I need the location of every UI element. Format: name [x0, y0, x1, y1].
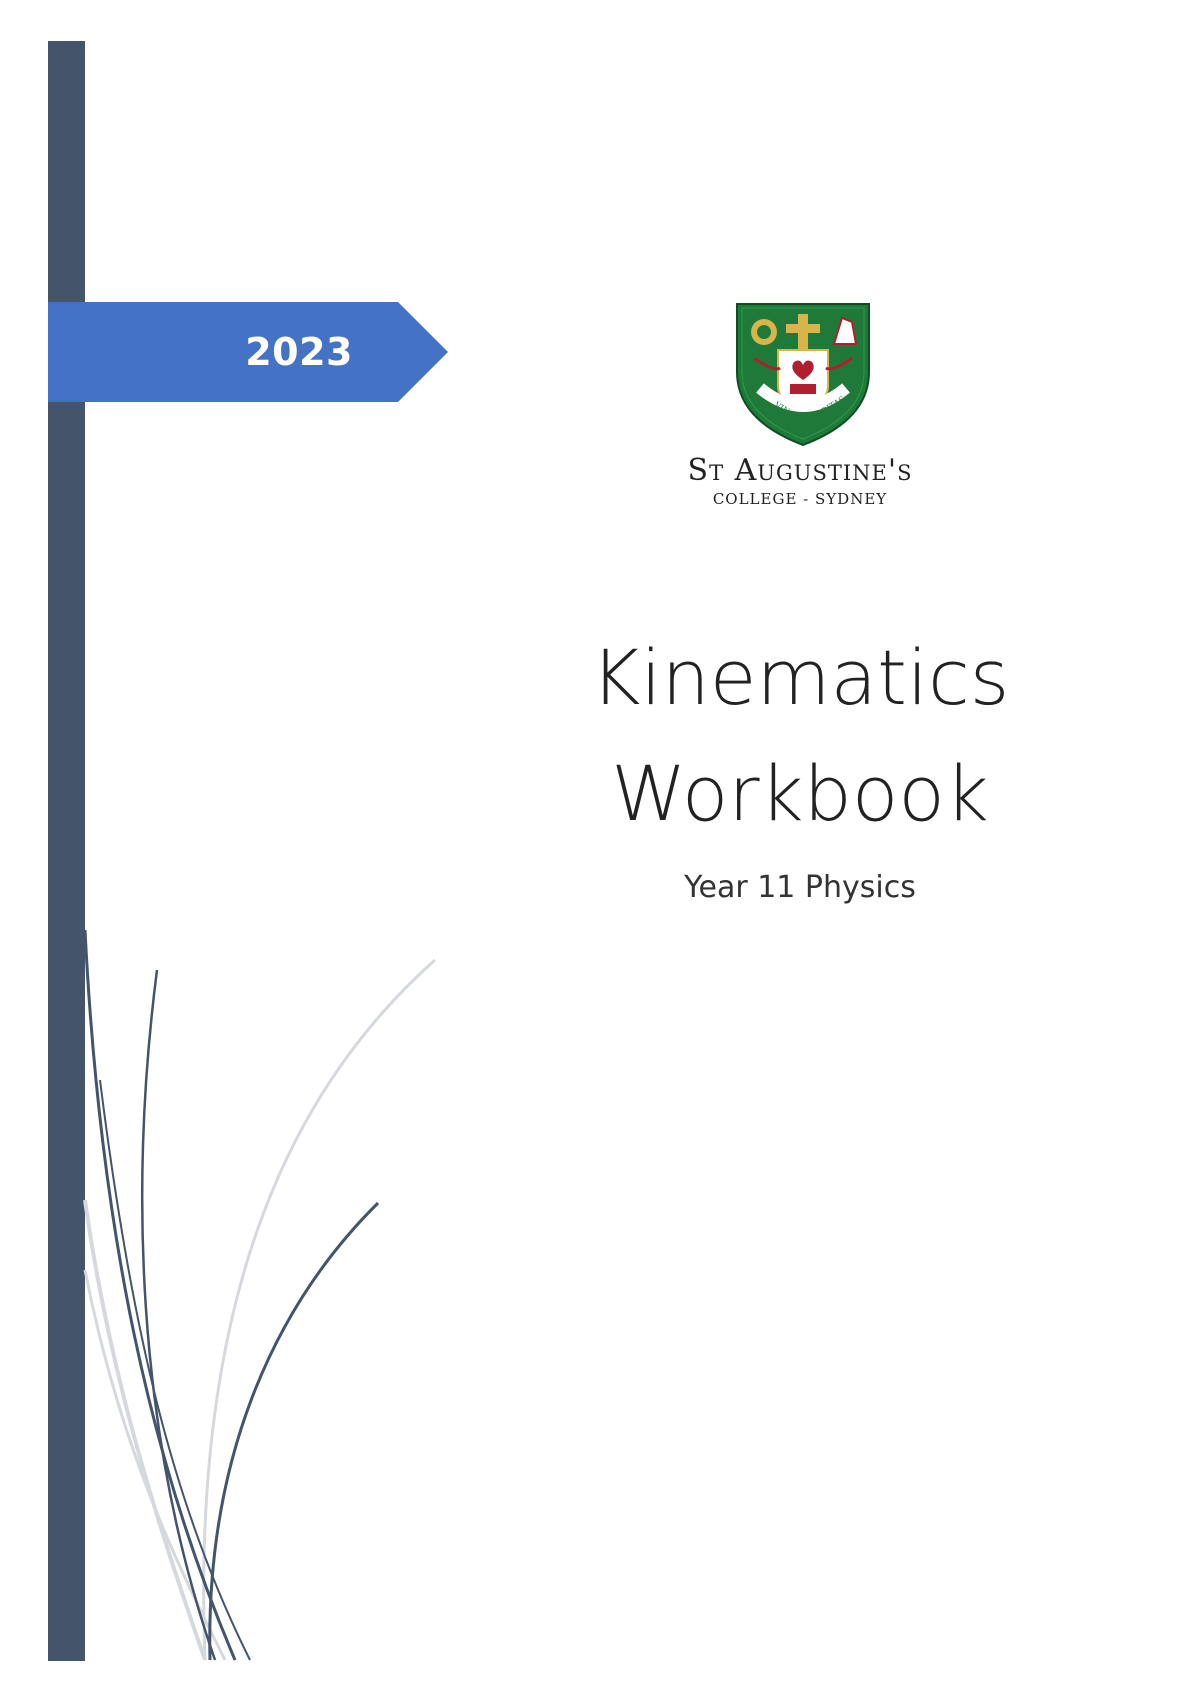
- decorative-curves: [83, 929, 436, 1661]
